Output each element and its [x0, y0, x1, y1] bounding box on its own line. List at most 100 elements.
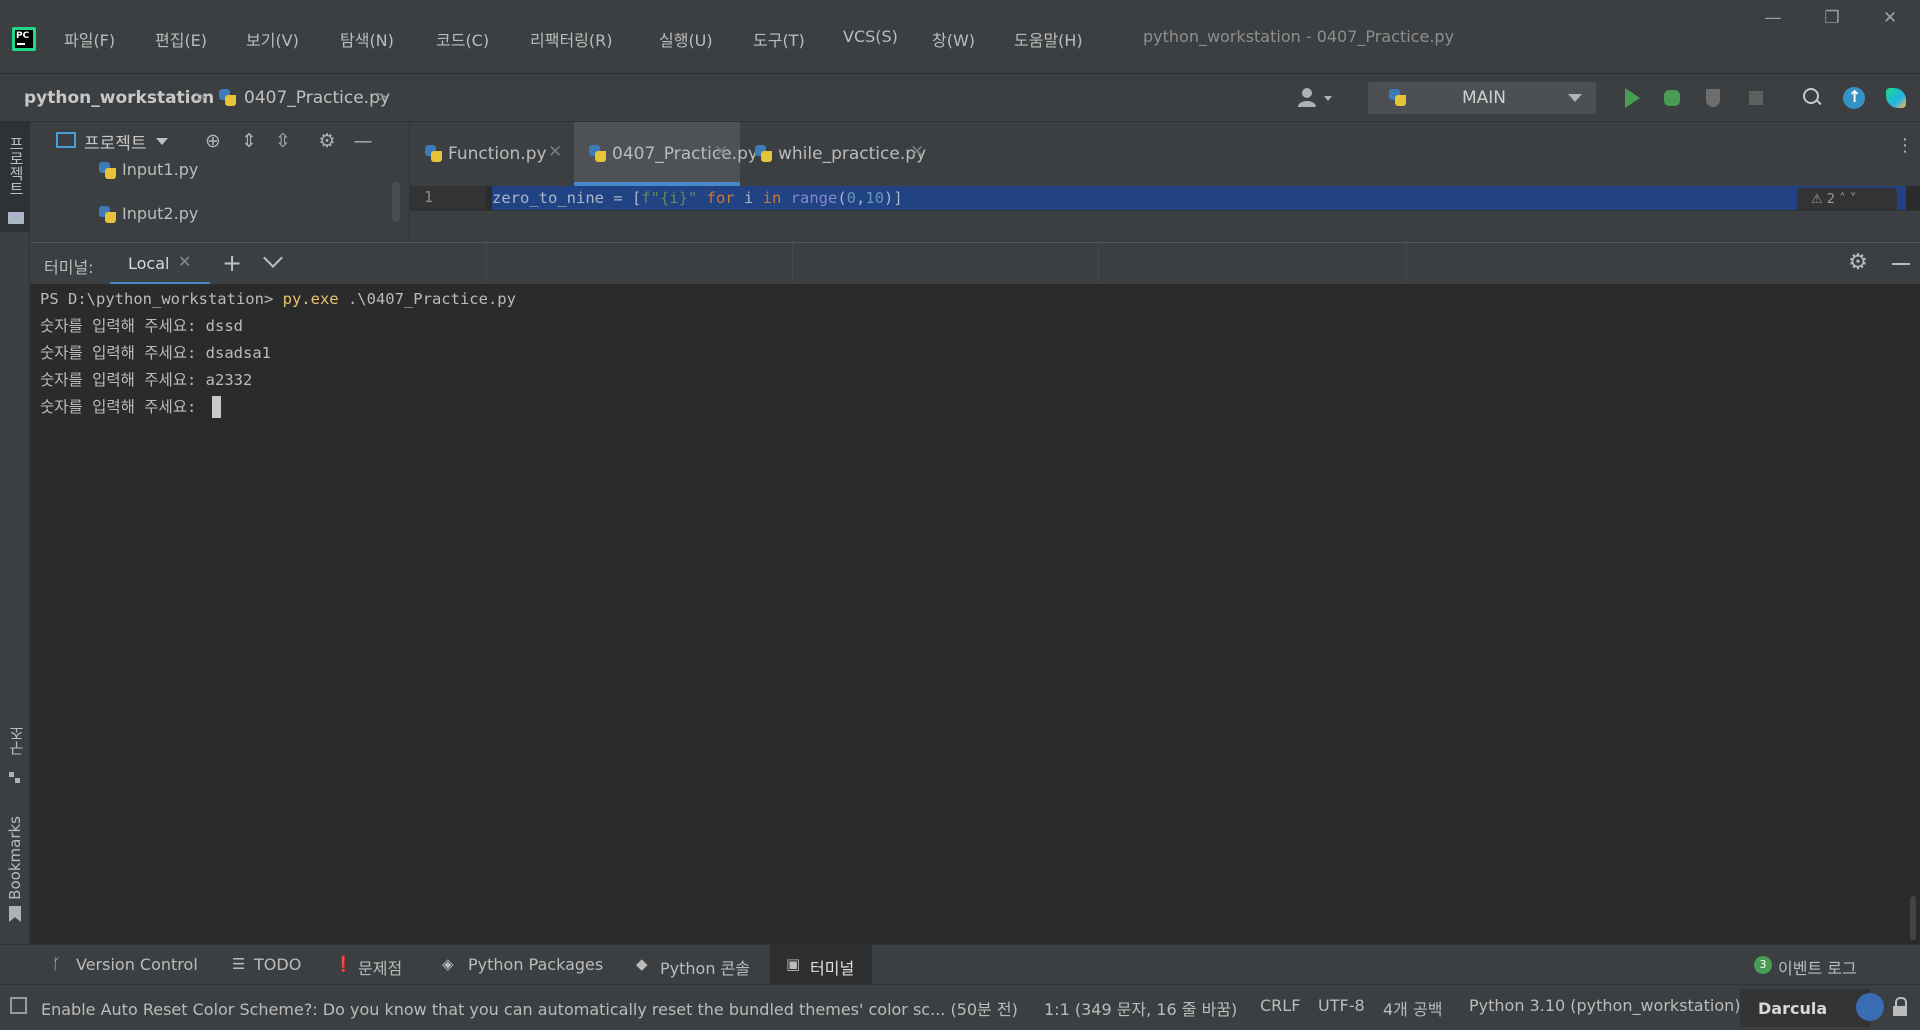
theme-switcher[interactable]: Darcula — [1740, 989, 1870, 1027]
inspection-widget[interactable]: ⚠ 2 ˄ ˅ — [1797, 188, 1897, 210]
menu-tools[interactable]: 도구(T) — [753, 27, 805, 51]
account-icon[interactable] — [1296, 86, 1336, 110]
tab-while-practice-py[interactable]: while_practice.py ✕ — [740, 122, 930, 186]
add-terminal-icon[interactable]: + — [222, 249, 242, 277]
project-scrollbar[interactable] — [392, 182, 400, 222]
breadcrumb-separator: > — [194, 87, 208, 106]
bookmarks-tool-label[interactable]: Bookmarks — [6, 816, 24, 900]
close-tab-icon[interactable]: ✕ — [548, 142, 562, 162]
tool-problems[interactable]: ❗ 문제점 — [334, 945, 414, 985]
line-separator[interactable]: CRLF — [1260, 996, 1300, 1015]
terminal-command-args: .\0407_Practice.py — [338, 290, 516, 308]
more-options-icon[interactable]: ⋮ — [1896, 137, 1914, 166]
terminal-output[interactable]: PS D:\python_workstation> py.exe .\0407_… — [30, 284, 1920, 944]
tool-todo[interactable]: ☰ TODO — [232, 945, 312, 985]
search-icon[interactable] — [1800, 86, 1824, 110]
project-tool-label: 프로젝트 — [7, 136, 25, 196]
branch-icon: ᚴ — [52, 955, 62, 973]
menu-vcs[interactable]: VCS(S) — [843, 27, 898, 46]
close-tab-icon[interactable]: ✕ — [714, 142, 728, 162]
terminal-title: 터미널: — [44, 258, 94, 277]
lock-icon[interactable] — [1892, 997, 1908, 1017]
menu-navigate[interactable]: 탐색(N) — [340, 27, 394, 51]
theme-label: Darcula — [1758, 999, 1828, 1018]
status-message[interactable]: Enable Auto Reset Color Scheme?: Do you … — [41, 996, 1018, 1020]
cursor-position[interactable]: 1:1 (349 문자, 16 줄 바꿈) — [1044, 996, 1237, 1020]
close-tab-icon[interactable]: ✕ — [910, 142, 924, 162]
run-configuration-select[interactable]: MAIN — [1368, 82, 1596, 114]
tool-event-log[interactable]: 3 이벤트 로그 — [1754, 945, 1884, 985]
navigation-bar: python_workstation > 0407_Practice.py > … — [0, 74, 1920, 122]
hide-panel-icon[interactable] — [1892, 263, 1910, 265]
editor-area: Function.py ✕ 0407_Practice.py ✕ while_p… — [410, 122, 1920, 242]
debug-icon[interactable] — [1660, 86, 1684, 110]
terminal-line: 숫자를 입력해 주세요: — [40, 396, 221, 418]
breadcrumb-file[interactable]: 0407_Practice.py — [244, 88, 390, 108]
tool-terminal[interactable]: ▣ 터미널 — [770, 945, 872, 985]
menu-run[interactable]: 실행(U) — [659, 27, 713, 51]
menu-window[interactable]: 창(W) — [932, 27, 975, 51]
tool-version-control[interactable]: ᚴ Version Control — [52, 945, 202, 985]
terminal-tab-local[interactable]: Local ✕ — [110, 243, 210, 285]
collapse-all-icon[interactable]: ⇳ — [272, 130, 294, 152]
list-icon: ☰ — [232, 955, 246, 973]
structure-tool-label[interactable]: 구조 — [6, 726, 27, 756]
terminal-scrollbar[interactable] — [1910, 896, 1916, 940]
tab-label: 0407_Practice.py — [612, 144, 758, 164]
code-token: zero_to_nine — [492, 189, 604, 207]
gear-icon[interactable]: ⚙ — [1846, 251, 1870, 275]
minimize-button[interactable]: — — [1763, 8, 1783, 28]
close-tab-icon[interactable]: ✕ — [178, 252, 191, 271]
locate-file-icon[interactable]: ⊕ — [202, 130, 224, 152]
tool-label: 이벤트 로그 — [1778, 959, 1857, 978]
menu-edit[interactable]: 편집(E) — [155, 27, 207, 51]
terminal-command-line: PS D:\python_workstation> py.exe .\0407_… — [40, 288, 516, 310]
code-token: )] — [884, 189, 903, 207]
file-encoding[interactable]: UTF-8 — [1318, 996, 1365, 1015]
theme-icon[interactable] — [1856, 993, 1884, 1021]
bookmark-icon[interactable] — [9, 906, 21, 922]
window-title: python_workstation - 0407_Practice.py — [1143, 27, 1455, 46]
chevron-down-icon[interactable] — [263, 248, 283, 268]
menu-file[interactable]: 파일(F) — [64, 27, 115, 51]
structure-icon[interactable] — [9, 772, 21, 784]
chevron-down-icon[interactable] — [156, 138, 168, 145]
menu-help[interactable]: 도움말(H) — [1014, 27, 1083, 51]
menu-view[interactable]: 보기(V) — [246, 27, 299, 51]
text-cursor — [211, 396, 221, 418]
expand-all-icon[interactable]: ⇕ — [238, 130, 260, 152]
project-tool-button[interactable]: 프로젝트 — [0, 122, 30, 232]
coverage-icon[interactable] — [1702, 86, 1726, 110]
hide-panel-icon[interactable]: — — [352, 130, 374, 152]
input-prompt: 숫자를 입력해 주세요: — [40, 317, 206, 335]
project-view-select[interactable]: 프로젝트 — [84, 129, 147, 154]
gear-icon[interactable]: ⚙ — [316, 130, 338, 152]
logo-text: PC — [15, 30, 33, 48]
layers-icon: ◈ — [442, 955, 454, 973]
tab-function-py[interactable]: Function.py ✕ — [410, 122, 574, 186]
code-line[interactable]: zero_to_nine = [f"{i}" for i in range(0,… — [492, 186, 1906, 210]
python-interpreter[interactable]: Python 3.10 (python_workstation) — [1469, 996, 1741, 1015]
breadcrumb-project[interactable]: python_workstation — [24, 88, 214, 108]
code-token: = [ — [603, 189, 642, 207]
tool-python-console[interactable]: ◆ Python 콘솔 — [636, 945, 760, 985]
indent-setting[interactable]: 4개 공백 — [1383, 996, 1442, 1020]
close-window-button[interactable]: ✕ — [1880, 8, 1900, 28]
stop-icon[interactable] — [1744, 86, 1768, 110]
toggle-tool-windows-icon[interactable] — [10, 997, 27, 1014]
update-icon[interactable] — [1842, 86, 1866, 110]
code-with-me-icon[interactable] — [1884, 86, 1908, 110]
run-icon[interactable] — [1620, 86, 1644, 110]
menu-refactor[interactable]: 리팩터링(R) — [530, 27, 612, 51]
restore-button[interactable]: ❐ — [1822, 8, 1842, 28]
project-panel: 프로젝트 ⊕ ⇕ ⇳ ⚙ — Input1.py Input2.py — [30, 122, 410, 242]
tab-label: while_practice.py — [778, 144, 927, 164]
chevron-down-icon — [1568, 94, 1582, 102]
tool-label: Python 콘솔 — [660, 959, 750, 978]
pycharm-logo-icon: PC — [12, 27, 36, 51]
editor-splitter[interactable] — [410, 210, 1920, 242]
tab-0407-practice-py[interactable]: 0407_Practice.py ✕ — [574, 122, 758, 186]
menu-code[interactable]: 코드(C) — [436, 27, 489, 51]
tool-python-packages[interactable]: ◈ Python Packages — [442, 945, 606, 985]
code-token: 10 — [865, 189, 885, 207]
